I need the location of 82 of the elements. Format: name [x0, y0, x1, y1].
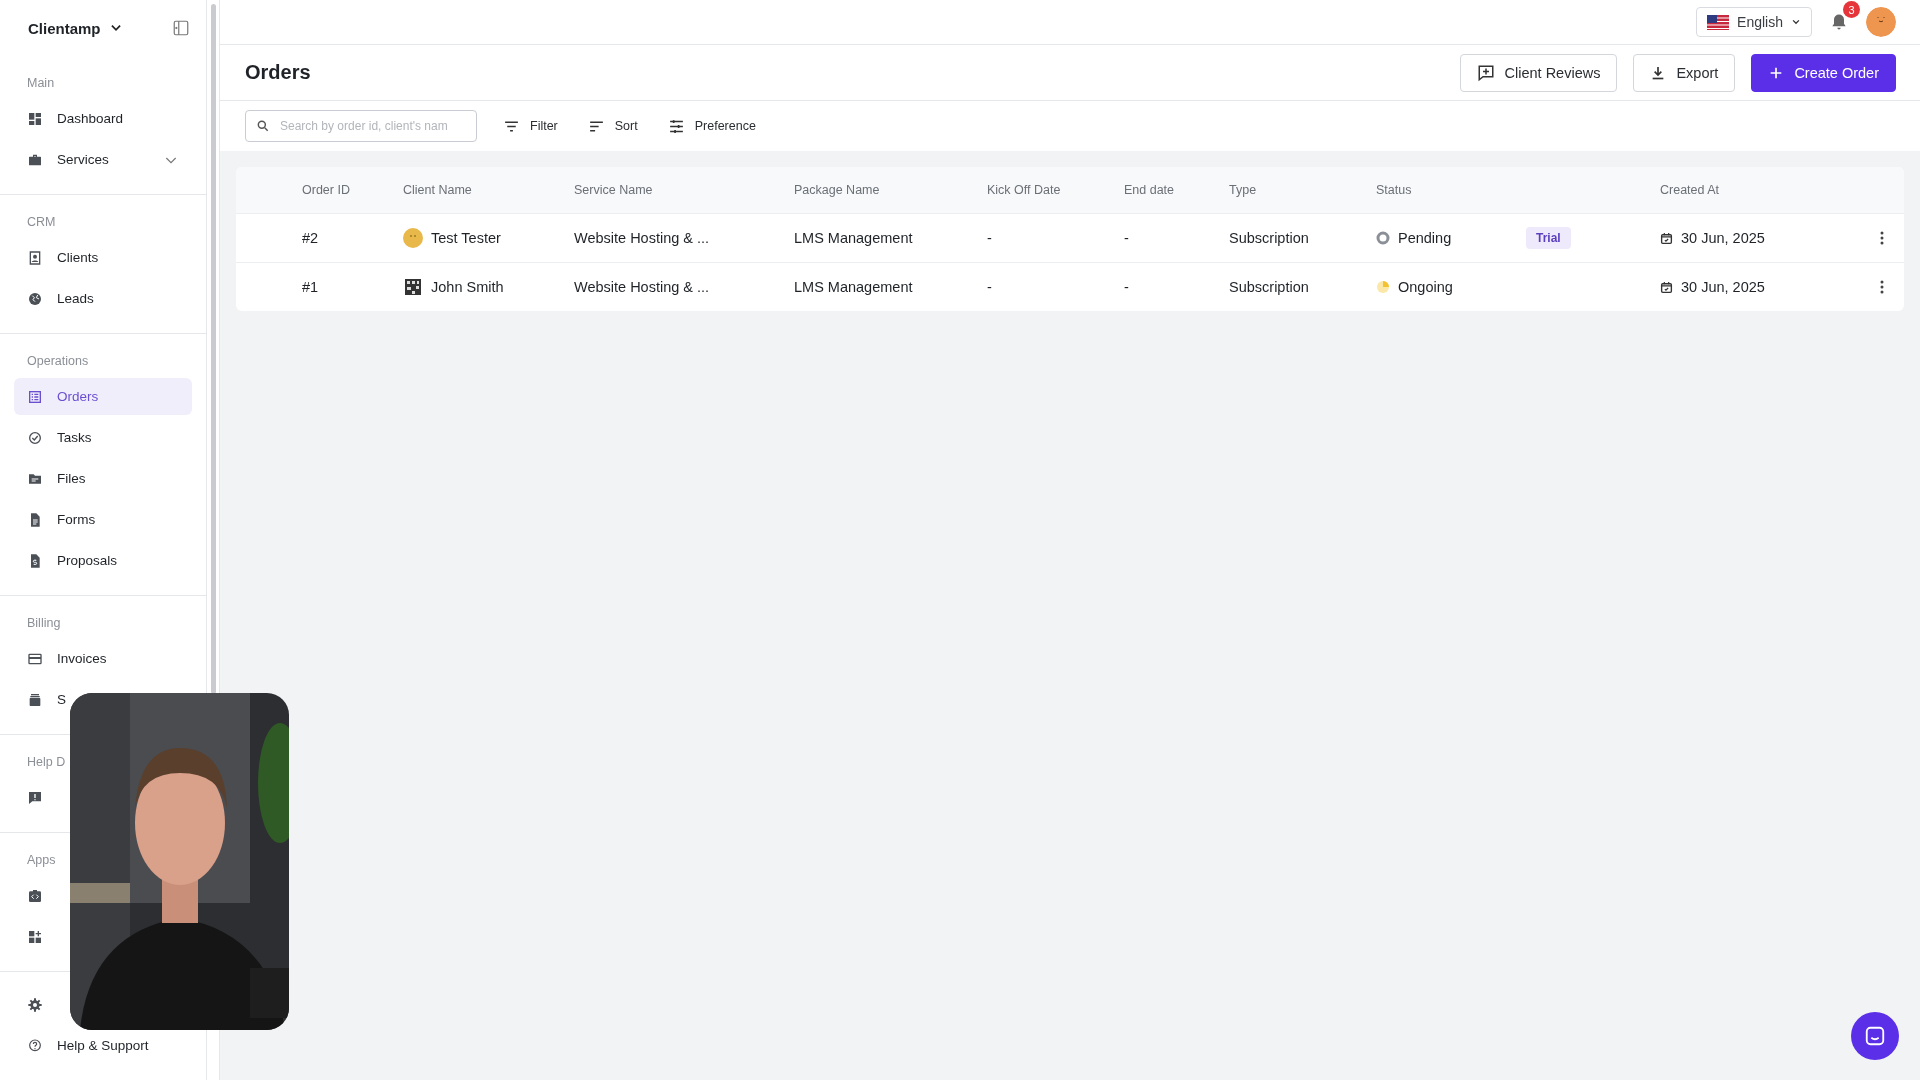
- table-cell-text: Website Hosting & ...: [574, 279, 711, 295]
- workspace-switcher[interactable]: Clientamp: [28, 19, 123, 37]
- help-icon: [27, 1037, 43, 1054]
- status-progress-icon: [1376, 280, 1390, 294]
- trial-tag: Trial: [1526, 227, 1571, 249]
- sidebar-item[interactable]: Files: [14, 460, 88, 497]
- search-field[interactable]: Search by order id, client's nam: [245, 110, 477, 142]
- scrollbar[interactable]: [210, 4, 216, 694]
- table-cell-text: #2: [302, 230, 320, 246]
- column-header: End date: [1124, 183, 1176, 197]
- calendar-icon: [1660, 280, 1673, 294]
- table-cell-text: Website Hosting & ...: [574, 230, 711, 246]
- table-cell-text: -: [1124, 230, 1130, 246]
- sort-button[interactable]: Sort: [583, 117, 642, 135]
- status-label: Pending: [1398, 230, 1452, 246]
- preference-button[interactable]: Preference: [663, 117, 760, 135]
- reviews-button[interactable]: Client Reviews: [1459, 53, 1618, 92]
- section-label: Operations: [26, 353, 90, 370]
- chevron-icon: [1791, 17, 1801, 27]
- table-cell: John Smith: [431, 279, 504, 295]
- column-header: Order ID: [302, 183, 351, 197]
- table-cell: 30 Jun, 2025: [1681, 230, 1765, 246]
- status-ring-icon: [1376, 231, 1390, 245]
- export-button[interactable]: Export: [1633, 53, 1736, 92]
- sidebar-item[interactable]: Forms: [14, 501, 98, 538]
- dashboard-icon: [27, 110, 43, 127]
- avatar-icon: [403, 228, 423, 248]
- filter-button[interactable]: Filter: [499, 117, 562, 135]
- sidebar-item[interactable]: Invoices: [14, 640, 109, 677]
- column-header: Package Name: [794, 183, 881, 197]
- sidebar-item[interactable]: S: [14, 681, 68, 718]
- sidebar-item[interactable]: Orders: [14, 378, 192, 415]
- sidebar-item[interactable]: Dashboard: [14, 100, 126, 137]
- stack-icon: [27, 691, 43, 708]
- notification-badge: 3: [1843, 1, 1860, 18]
- chat-icon: [1864, 1025, 1886, 1047]
- avatar-icon: [403, 277, 423, 297]
- message-plus-icon: [1476, 63, 1495, 82]
- sidebar-item[interactable]: Clients: [14, 239, 101, 276]
- column-header: Status: [1376, 183, 1413, 197]
- table-cell-text: -: [987, 279, 993, 295]
- section-label: Main: [26, 75, 56, 92]
- column-header: Client Name: [403, 183, 473, 197]
- contact-card-icon: [27, 249, 43, 266]
- column-header: Created At: [1660, 183, 1721, 197]
- sidebar-toggle-icon[interactable]: [172, 19, 190, 37]
- page-title: Orders: [245, 61, 311, 84]
- table-cell-text: Subscription: [1229, 230, 1310, 246]
- create-order-button[interactable]: Create Order: [1751, 53, 1896, 92]
- table-cell-text: LMS Management: [794, 230, 914, 246]
- sidebar-item[interactable]: Help & Support: [14, 1027, 151, 1064]
- alert-message-icon: [27, 789, 43, 806]
- sidebar-item[interactable]: Services: [14, 141, 192, 178]
- sliders-icon: [667, 117, 685, 135]
- table-cell-text: Subscription: [1229, 279, 1310, 295]
- status-label: Ongoing: [1398, 279, 1453, 295]
- table-cell: Test Tester: [431, 230, 501, 246]
- column-header: Type: [1229, 183, 1258, 197]
- section-label: Help D: [26, 754, 67, 771]
- calendar-icon: [1660, 231, 1673, 245]
- search-icon: [256, 119, 270, 133]
- column-header: Service Name: [574, 183, 654, 197]
- flag-icon: [1707, 14, 1730, 30]
- section-label: Billing: [26, 615, 62, 632]
- table-cell-text: -: [987, 230, 993, 246]
- sidebar-item[interactable]: Leads: [14, 280, 96, 317]
- table-cell-text: LMS Management: [794, 279, 914, 295]
- table-cell-text: #1: [302, 279, 320, 295]
- grid-plus-icon: [27, 928, 43, 945]
- sidebar-item[interactable]: Proposals: [14, 542, 120, 579]
- check-circle-icon: [27, 429, 43, 446]
- language-select[interactable]: English: [1696, 7, 1812, 37]
- table-cell-text: -: [1124, 279, 1130, 295]
- section-label: Apps: [26, 852, 57, 869]
- settings-icon: [27, 996, 43, 1013]
- globe-icon: [27, 290, 43, 307]
- column-header: Kick Off Date: [987, 183, 1062, 197]
- sidebar-item[interactable]: Tasks: [14, 419, 94, 456]
- section-label: CRM: [26, 214, 57, 231]
- table-cell: 30 Jun, 2025: [1681, 279, 1765, 295]
- list-icon: [27, 388, 43, 405]
- code-icon: [27, 887, 43, 904]
